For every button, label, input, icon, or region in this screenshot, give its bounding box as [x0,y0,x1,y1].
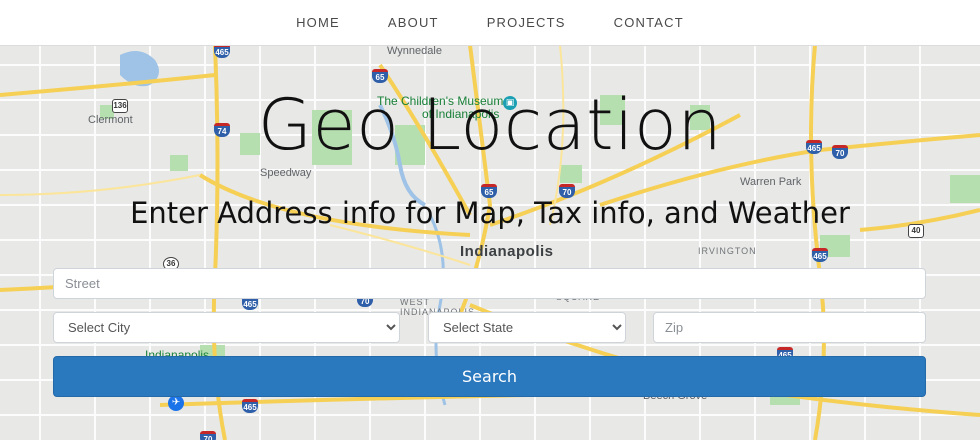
nav-about-link[interactable]: ABOUT [388,15,439,30]
interstate-465-south-shield-icon: 465 [242,399,258,413]
top-navbar: HOME ABOUT PROJECTS CONTACT [0,0,980,46]
interstate-465-east-shield-icon: 465 [812,248,828,262]
state-select[interactable]: Select State [428,312,626,343]
interstate-65-shield-icon: 65 [372,69,388,83]
city-select[interactable]: Select City [53,312,400,343]
search-button[interactable]: Search [53,356,926,397]
street-input[interactable] [53,268,926,299]
nav-contact-link[interactable]: CONTACT [614,15,684,30]
airport-icon: ✈ [168,395,184,411]
map-label-indianapolis: Indianapolis [460,243,554,260]
page-title: Geo Location [257,84,723,166]
interstate-70-south-shield-icon: 70 [200,431,216,440]
map-label-irvington: IRVINGTON [698,246,757,256]
zip-input[interactable] [653,312,926,343]
map-label-warren-park: Warren Park [740,176,802,188]
interstate-465-shield-icon: 465 [214,45,230,58]
nav-projects-link[interactable]: PROJECTS [487,15,566,30]
map-label-wynnedale: Wynnedale [387,45,442,57]
nav-home-link[interactable]: HOME [296,15,340,30]
page-subtitle: Enter Address info for Map, Tax info, an… [130,196,850,230]
map-label-speedway: Speedway [260,167,312,179]
